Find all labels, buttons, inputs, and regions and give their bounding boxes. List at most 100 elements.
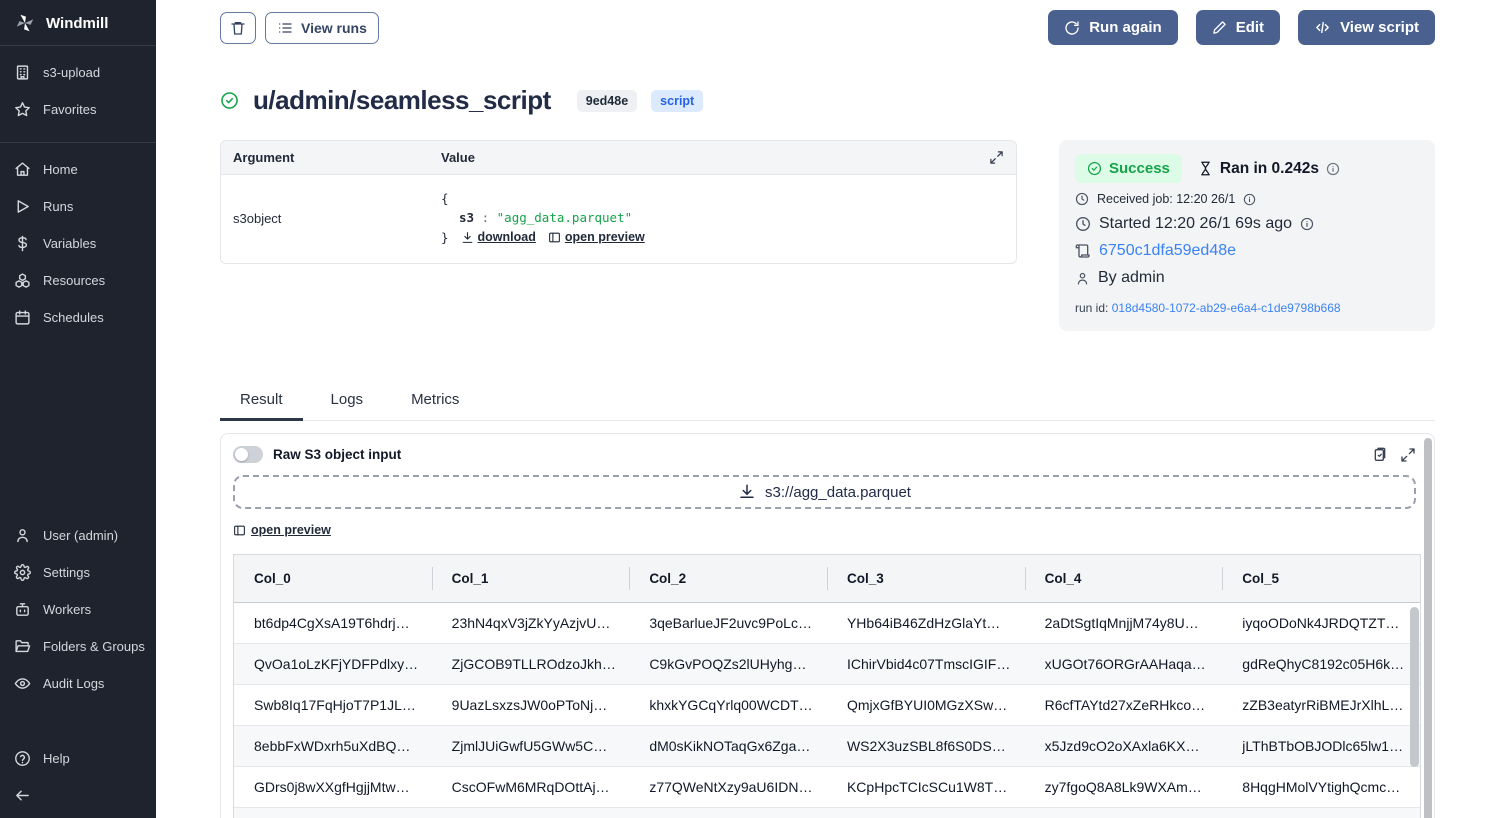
table-col-header: Col_2: [629, 555, 827, 603]
arguments-table: Argument Value s3object { s3 :: [220, 140, 1017, 264]
arg-value-json: { s3 : "agg_data.parquet" }: [441, 189, 645, 247]
sidebar-item-variables[interactable]: Variables: [0, 225, 156, 262]
sidebar-item-label: Schedules: [43, 310, 104, 325]
duration-text: Ran in 0.242s: [1198, 160, 1340, 178]
sidebar-item-help[interactable]: Help: [0, 740, 156, 777]
sidebar-item-user[interactable]: User (admin): [0, 517, 156, 554]
star-icon: [14, 101, 31, 118]
table-cell: dM0sKikNOTaqGx6Zga…: [629, 725, 827, 766]
table-row: 8ebbFxWDxrh5uXdBQ…ZjmlJUiGwfU5GWw5C…dM0s…: [234, 725, 1420, 766]
sidebar-item-audit-logs[interactable]: Audit Logs: [0, 665, 156, 702]
sidebar-item-label: Folders & Groups: [43, 639, 145, 654]
result-scrollbar[interactable]: [1424, 438, 1432, 818]
sidebar-item-label: User (admin): [43, 528, 118, 543]
table-cell: YHb64iB46ZdHzGlaYt…: [827, 602, 1025, 643]
view-runs-button[interactable]: View runs: [265, 12, 379, 44]
raw-s3-toggle[interactable]: [233, 446, 263, 463]
sidebar-collapse-button[interactable]: [0, 777, 156, 814]
folder-icon: [14, 638, 31, 655]
sidebar-item-settings[interactable]: Settings: [0, 554, 156, 591]
copy-icon[interactable]: [1372, 447, 1388, 463]
trash-icon: [230, 20, 246, 36]
boxes-icon: [14, 272, 31, 289]
brand-name: Windmill: [46, 15, 108, 32]
raw-s3-toggle-label: Raw S3 object input: [273, 447, 401, 462]
tab-result[interactable]: Result: [220, 383, 303, 421]
delete-button[interactable]: [220, 12, 256, 44]
table-cell: QvOa1oLzKFjYDFPdlxy…: [234, 643, 432, 684]
pencil-icon: [1212, 20, 1227, 35]
table-cell: WS2X3uzSBL8f6S0DS…: [827, 725, 1025, 766]
page-title: u/admin/seamless_script: [253, 85, 551, 116]
started-row: Started 12:20 26/1 69s ago: [1075, 215, 1419, 233]
panel-open-icon: [233, 524, 246, 537]
code-icon: [1314, 19, 1331, 36]
sidebar-item-label: Settings: [43, 565, 90, 580]
info-icon: [1326, 162, 1340, 176]
sidebar-item-label: s3-upload: [43, 65, 100, 80]
sidebar-item-label: Runs: [43, 199, 73, 214]
tab-logs[interactable]: Logs: [311, 383, 384, 421]
table-cell: GDrs0j8wXXgfHgjjMtw…: [234, 766, 432, 807]
by-admin-row: By admin: [1075, 269, 1419, 287]
table-row: Swb8Iq17FqHjoT7P1JL…9UazLsxzsJW0oPToNj…k…: [234, 684, 1420, 725]
table-row: QvOa1oLzKFjYDFPdlxy…ZjGCOB9TLLROdzoJkh…C…: [234, 643, 1420, 684]
sidebar-item-favorites[interactable]: Favorites: [0, 91, 156, 128]
sidebar-item-schedules[interactable]: Schedules: [0, 299, 156, 336]
dollar-icon: [14, 235, 31, 252]
table-cell: 8HqgHMolVYtighQcmc…: [1222, 766, 1420, 807]
download-icon: [461, 231, 474, 244]
table-col-header: Col_3: [827, 555, 1025, 603]
job-id-link[interactable]: 6750c1dfa59ed48e: [1099, 242, 1236, 260]
table-cell: 9UazLsxzsJW0oPToNj…: [432, 684, 630, 725]
help-icon: [14, 750, 31, 767]
download-link[interactable]: download: [461, 228, 536, 247]
view-script-button[interactable]: View script: [1298, 10, 1435, 45]
table-cell: IChirVbid4c07TmscIGIF…: [827, 643, 1025, 684]
sidebar-logo[interactable]: Windmill: [0, 0, 156, 46]
sidebar-item-label: Variables: [43, 236, 96, 251]
table-header-row: Col_0Col_1Col_2Col_3Col_4Col_5: [234, 555, 1420, 603]
sidebar-item-s3-upload[interactable]: s3-upload: [0, 54, 156, 91]
expand-args-icon[interactable]: [989, 150, 1004, 165]
panel-open-icon: [548, 231, 561, 244]
app-root: Windmill s3-upload F: [0, 0, 1493, 818]
table-cell: gdReQhyC8192c05H6k…: [1222, 643, 1420, 684]
success-check-icon: [220, 91, 239, 110]
sidebar-item-resources[interactable]: Resources: [0, 262, 156, 299]
args-row: s3object { s3 : "agg_data.parquet" }: [221, 175, 1016, 263]
calendar-icon: [14, 309, 31, 326]
table-cell: zy7fgoQ8A8Lk9WXAm…: [1025, 766, 1223, 807]
open-preview-link-args[interactable]: open preview: [548, 228, 645, 247]
table-cell: z77QWeNtXzy9aU6IDN…: [629, 766, 827, 807]
table-cell: 2aDtSgtIqMnjjM74y8U…: [1025, 602, 1223, 643]
info-icon: [1243, 193, 1256, 206]
table-row: GDrs0j8wXXgfHgjjMtw…CscOFwM6MRqDOttAj…z7…: [234, 766, 1420, 807]
clock-icon: [1075, 216, 1091, 232]
table-cell: 3qeBarlueJF2uvc9PoLc…: [629, 602, 827, 643]
bot-icon: [14, 601, 31, 618]
expand-result-icon[interactable]: [1400, 447, 1416, 463]
tab-metrics[interactable]: Metrics: [391, 383, 479, 421]
job-id-row: 6750c1dfa59ed48e: [1075, 242, 1419, 260]
sidebar-item-folders-groups[interactable]: Folders & Groups: [0, 628, 156, 665]
sidebar-item-workers[interactable]: Workers: [0, 591, 156, 628]
windmill-logo-icon: [14, 12, 36, 34]
s3-download-button[interactable]: s3://agg_data.parquet: [233, 475, 1416, 509]
table-cell: QmjxGfBYUI0MGzXSw…: [827, 684, 1025, 725]
sidebar-item-runs[interactable]: Runs: [0, 188, 156, 225]
sidebar-item-home[interactable]: Home: [0, 151, 156, 188]
table-scrollbar[interactable]: [1410, 607, 1419, 767]
table-col-header: Col_0: [234, 555, 432, 603]
run-again-button[interactable]: Run again: [1048, 10, 1178, 45]
building-icon: [14, 64, 31, 81]
table-cell: 8ebbFxWDxrh5uXdBQ…: [234, 725, 432, 766]
table-cell: xUGOt76ORGrAAHaqa…: [1025, 643, 1223, 684]
args-col-value: Value: [441, 150, 475, 165]
check-circle-icon: [1087, 161, 1102, 176]
sidebar-item-label: Workers: [43, 602, 91, 617]
open-preview-link-result[interactable]: open preview: [233, 523, 331, 537]
table-cell: R6cfTAYtd27xZeRHkco…: [1025, 684, 1223, 725]
edit-button[interactable]: Edit: [1196, 10, 1280, 45]
run-id-link[interactable]: 018d4580-1072-ab29-e6a4-c1de9798b668: [1112, 301, 1341, 315]
